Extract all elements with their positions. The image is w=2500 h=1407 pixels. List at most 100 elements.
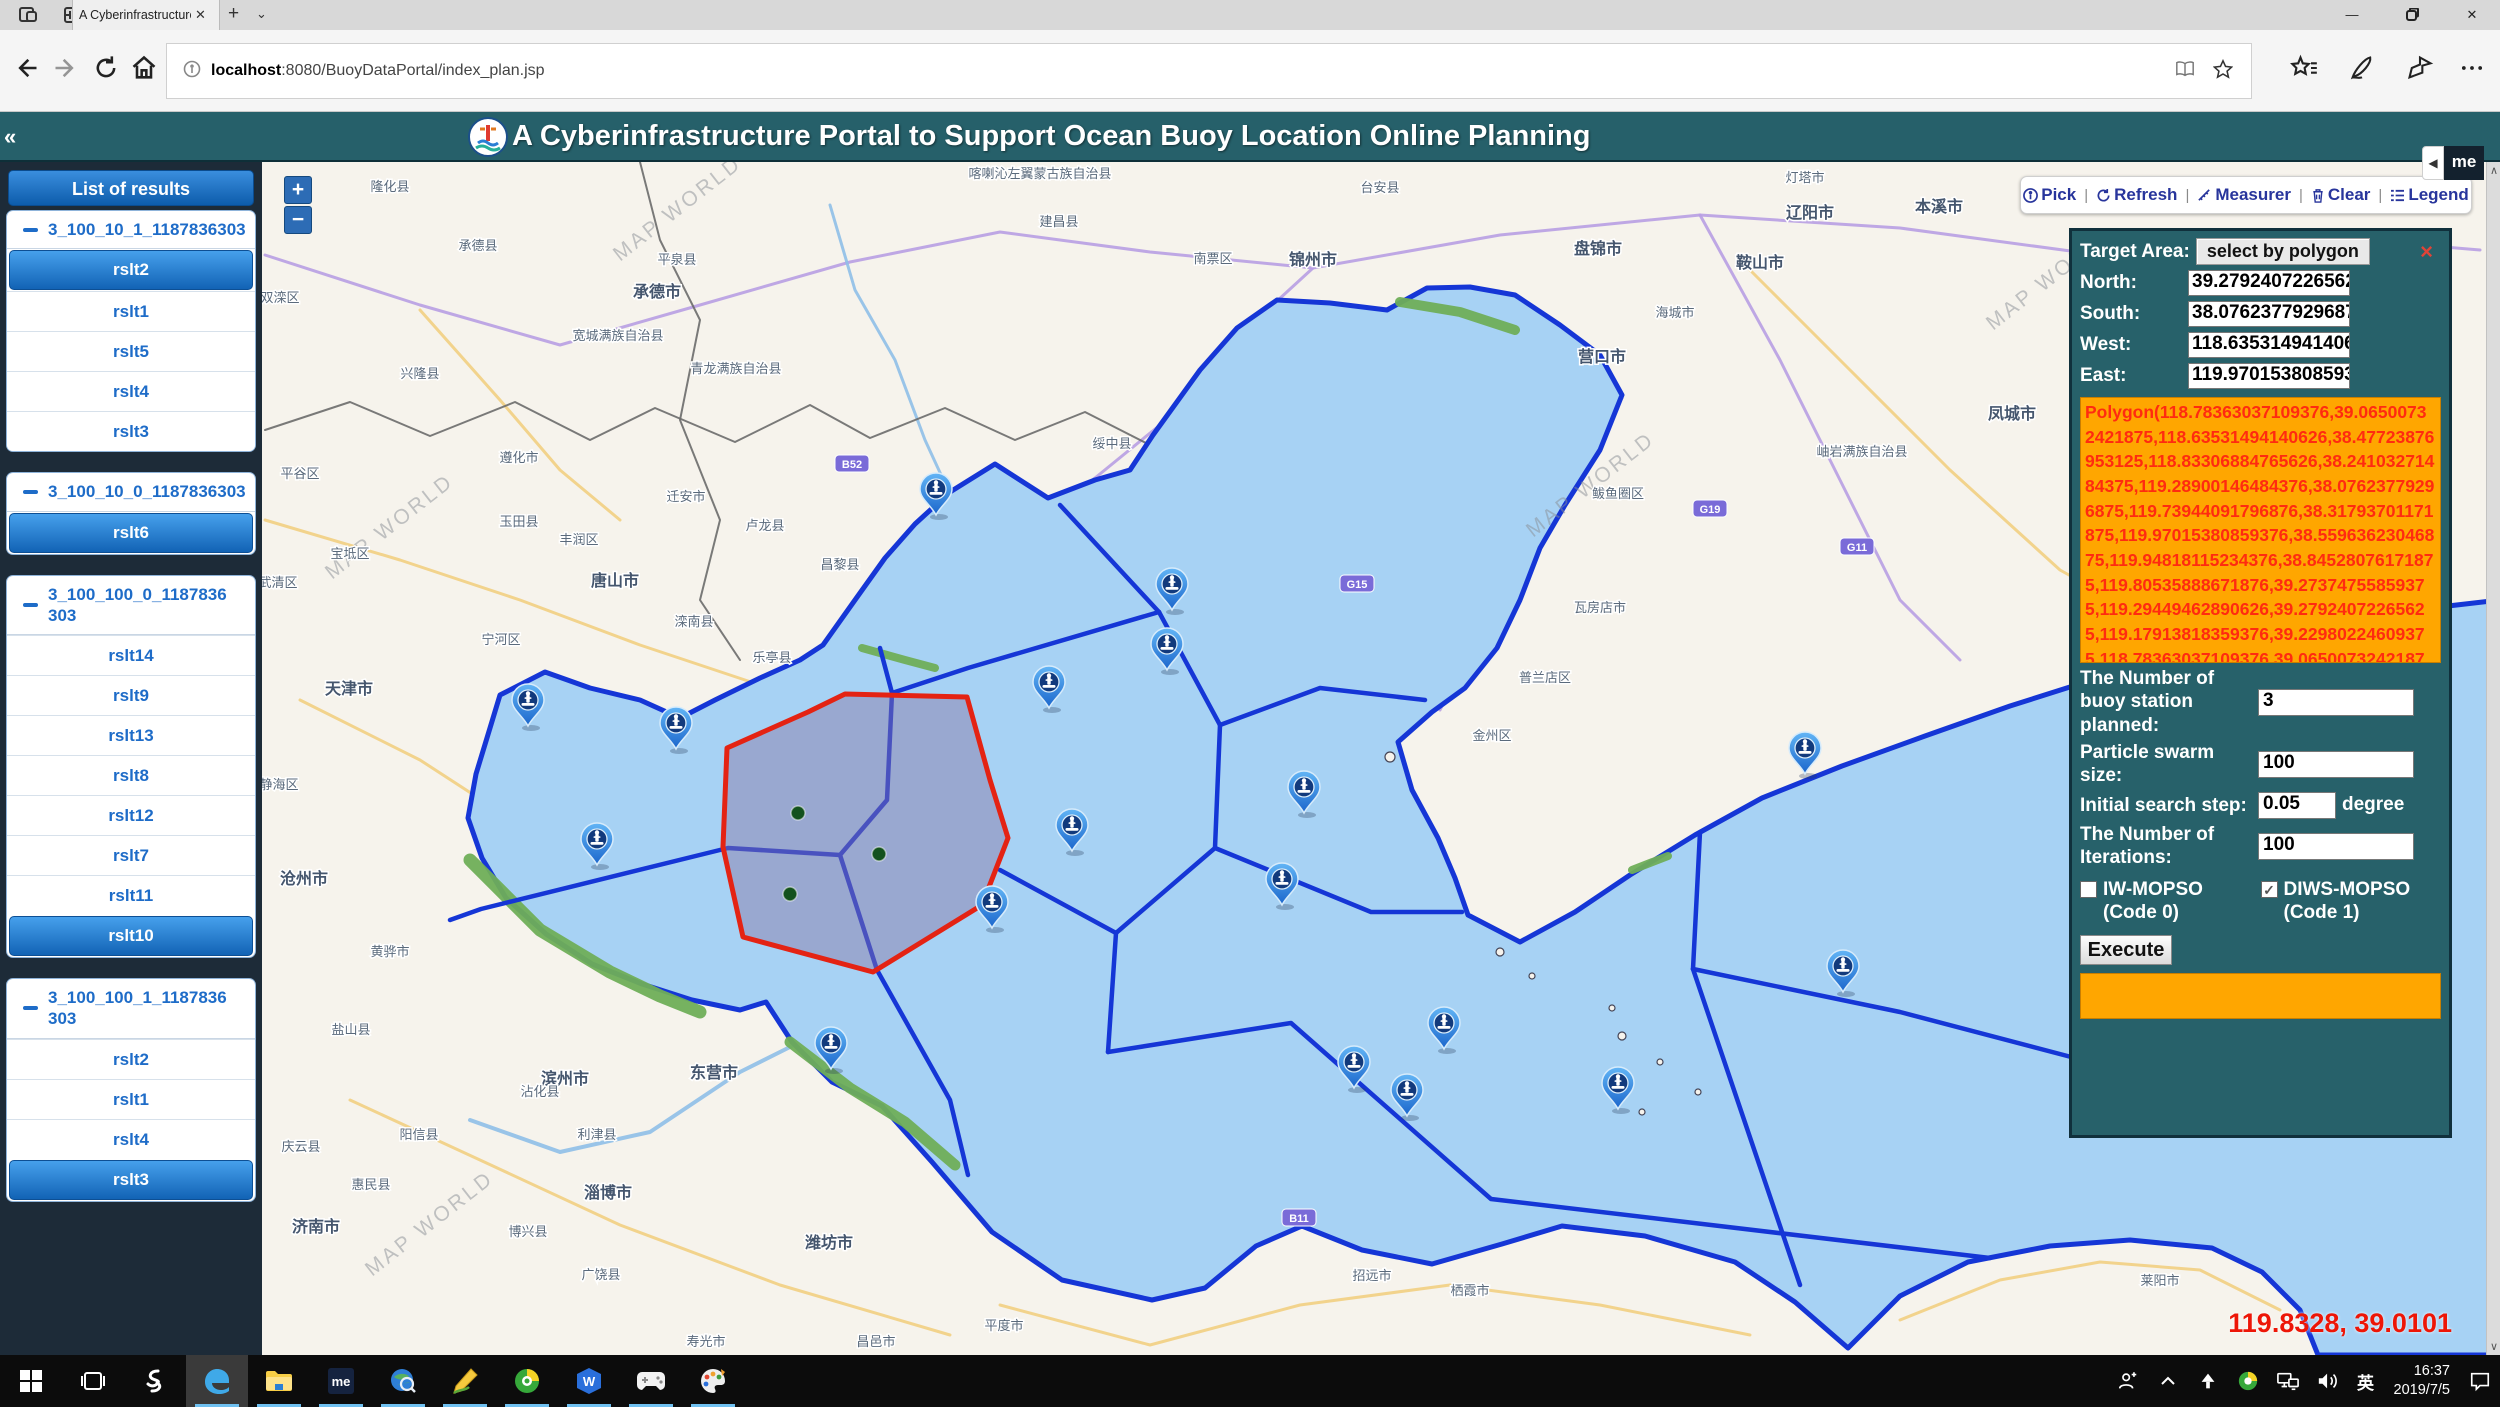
planned-station-dot[interactable] bbox=[872, 847, 886, 861]
result-item[interactable]: rslt12 bbox=[7, 795, 255, 835]
taskbar-taskview-icon[interactable] bbox=[62, 1355, 124, 1407]
taskbar-picture-tool-icon[interactable] bbox=[434, 1355, 496, 1407]
map-place-label: 招远市 bbox=[1352, 1268, 1391, 1283]
tray-chevron-up-icon[interactable] bbox=[2148, 1355, 2188, 1407]
target-area-label: Target Area: bbox=[2080, 241, 2190, 263]
param-input[interactable]: 0.05 bbox=[2258, 792, 2336, 819]
result-group-header[interactable]: 3_100_10_0_1187836303 bbox=[7, 473, 255, 511]
map-zoom-in-button[interactable]: + bbox=[284, 176, 312, 204]
annotate-icon[interactable] bbox=[2348, 54, 2378, 84]
taskbar-search-s-icon[interactable] bbox=[124, 1355, 186, 1407]
map-area[interactable]: MAP WORLDMAP WORLDMAP WORLDMAP WORLDMAP … bbox=[262, 162, 2500, 1355]
planned-station-dot[interactable] bbox=[791, 806, 805, 820]
result-item[interactable]: rslt4 bbox=[7, 371, 255, 411]
sidebar-collapse-icon[interactable]: « bbox=[4, 124, 16, 150]
share-icon[interactable] bbox=[2406, 54, 2436, 84]
home-icon[interactable] bbox=[130, 54, 160, 84]
result-item[interactable]: rslt5 bbox=[7, 331, 255, 371]
taskbar-explorer-icon[interactable] bbox=[248, 1355, 310, 1407]
result-item[interactable]: rslt1 bbox=[7, 291, 255, 331]
window-close-button[interactable]: ✕ bbox=[2450, 0, 2494, 30]
result-group-header[interactable]: 3_100_100_1_1187836303 bbox=[7, 979, 255, 1039]
ime-indicator[interactable]: 英 bbox=[2348, 1369, 2384, 1394]
result-item[interactable]: rslt7 bbox=[7, 835, 255, 875]
taskbar-safe360-icon[interactable] bbox=[496, 1355, 558, 1407]
result-group-header[interactable]: 3_100_10_1_1187836303 bbox=[7, 211, 255, 249]
pick-tool[interactable]: Pick bbox=[2023, 185, 2076, 205]
new-tab-button[interactable]: + bbox=[228, 3, 239, 25]
tray-ball360-icon[interactable] bbox=[2228, 1355, 2268, 1407]
tray-volume-icon[interactable] bbox=[2308, 1355, 2348, 1407]
tab-close-icon[interactable]: ✕ bbox=[195, 7, 206, 23]
taskbar-start-icon[interactable] bbox=[0, 1355, 62, 1407]
bound-input[interactable]: 119.97015380859376 bbox=[2188, 363, 2350, 389]
refresh-tool[interactable]: Refresh bbox=[2096, 185, 2177, 205]
result-item[interactable]: rslt4 bbox=[7, 1119, 255, 1159]
tray-people-icon[interactable] bbox=[2108, 1355, 2148, 1407]
param-input[interactable]: 100 bbox=[2258, 751, 2414, 778]
result-item[interactable]: rslt3 bbox=[9, 1160, 253, 1200]
result-item[interactable]: rslt9 bbox=[7, 675, 255, 715]
taskbar-edge-icon[interactable] bbox=[186, 1355, 248, 1407]
taskbar-game-icon[interactable] bbox=[620, 1355, 682, 1407]
collapse-minus-icon[interactable] bbox=[23, 603, 38, 607]
tab-dropdown-icon[interactable]: ⌄ bbox=[256, 6, 267, 22]
result-item[interactable]: rslt2 bbox=[7, 1039, 255, 1079]
refresh-icon[interactable] bbox=[92, 54, 122, 84]
select-by-polygon-button[interactable]: select by polygon bbox=[2196, 238, 2370, 265]
result-item[interactable]: rslt13 bbox=[7, 715, 255, 755]
taskbar-clock[interactable]: 16:37 2019/7/5 bbox=[2394, 1362, 2450, 1400]
result-item[interactable]: rslt3 bbox=[7, 411, 255, 451]
result-item[interactable]: rslt6 bbox=[9, 513, 253, 553]
param-input[interactable]: 3 bbox=[2258, 689, 2414, 716]
action-center-icon[interactable] bbox=[2460, 1355, 2500, 1407]
result-item[interactable]: rslt2 bbox=[9, 250, 253, 290]
taskbar-earth-icon[interactable] bbox=[372, 1355, 434, 1407]
me-tab-label[interactable]: me bbox=[2444, 146, 2484, 180]
legend-tool[interactable]: Legend bbox=[2390, 185, 2468, 205]
collapse-minus-icon[interactable] bbox=[23, 228, 38, 232]
algorithm-checkbox[interactable] bbox=[2080, 881, 2097, 898]
measurer-tool[interactable]: Measurer bbox=[2197, 185, 2291, 205]
algorithm-checkbox[interactable]: ✓ bbox=[2261, 881, 2278, 898]
reading-view-icon[interactable] bbox=[2175, 60, 2195, 83]
taskbar-palette-icon[interactable] bbox=[682, 1355, 744, 1407]
result-item[interactable]: rslt10 bbox=[9, 916, 253, 956]
scroll-down-icon[interactable]: ∨ bbox=[2487, 1340, 2500, 1353]
panel-close-icon[interactable]: × bbox=[2420, 239, 2433, 265]
bound-input[interactable]: 39.27924072265625 bbox=[2188, 270, 2350, 296]
taskbar-me-app-icon[interactable]: me bbox=[310, 1355, 372, 1407]
result-item[interactable]: rslt11 bbox=[7, 875, 255, 915]
me-panel-tab[interactable]: ◀ me bbox=[2422, 146, 2484, 180]
taskbar-wps-icon[interactable]: W bbox=[558, 1355, 620, 1407]
page-scrollbar[interactable]: ∧ ∨ bbox=[2486, 162, 2500, 1355]
clear-tool[interactable]: Clear bbox=[2311, 185, 2371, 205]
favorite-star-icon[interactable] bbox=[2213, 59, 2233, 84]
window-restore-button[interactable] bbox=[2390, 0, 2434, 30]
bound-input[interactable]: 38.07623779296875 bbox=[2188, 301, 2350, 327]
tab-preview-icon[interactable] bbox=[18, 5, 40, 25]
param-input[interactable]: 100 bbox=[2258, 833, 2414, 860]
planned-station-dot[interactable] bbox=[783, 887, 797, 901]
forward-icon[interactable] bbox=[52, 54, 82, 84]
collapse-minus-icon[interactable] bbox=[23, 490, 38, 494]
browser-tab[interactable]: A Cyberinfrastructure Portal to Support … bbox=[72, 0, 220, 30]
hub-favorites-icon[interactable] bbox=[2290, 54, 2320, 84]
result-item[interactable]: rslt1 bbox=[7, 1079, 255, 1119]
execute-button[interactable]: Execute bbox=[2080, 935, 2172, 965]
result-item[interactable]: rslt14 bbox=[7, 635, 255, 675]
more-options-icon[interactable] bbox=[2458, 54, 2488, 84]
map-zoom-out-button[interactable]: − bbox=[284, 206, 312, 234]
back-icon[interactable] bbox=[12, 54, 42, 84]
scroll-up-icon[interactable]: ∧ bbox=[2487, 164, 2500, 177]
result-item[interactable]: rslt8 bbox=[7, 755, 255, 795]
panel-expand-icon[interactable]: ◀ bbox=[2422, 146, 2444, 180]
url-bar[interactable]: localhost:8080/BuoyDataPortal/index_plan… bbox=[166, 43, 2252, 99]
tray-network-icon[interactable] bbox=[2268, 1355, 2308, 1407]
bound-input[interactable]: 118.63531494140626 bbox=[2188, 332, 2350, 358]
window-minimize-button[interactable]: — bbox=[2330, 0, 2374, 30]
tray-eject-icon[interactable] bbox=[2188, 1355, 2228, 1407]
result-group-header[interactable]: 3_100_100_0_1187836303 bbox=[7, 576, 255, 636]
site-info-icon[interactable] bbox=[183, 60, 201, 83]
collapse-minus-icon[interactable] bbox=[23, 1006, 38, 1010]
